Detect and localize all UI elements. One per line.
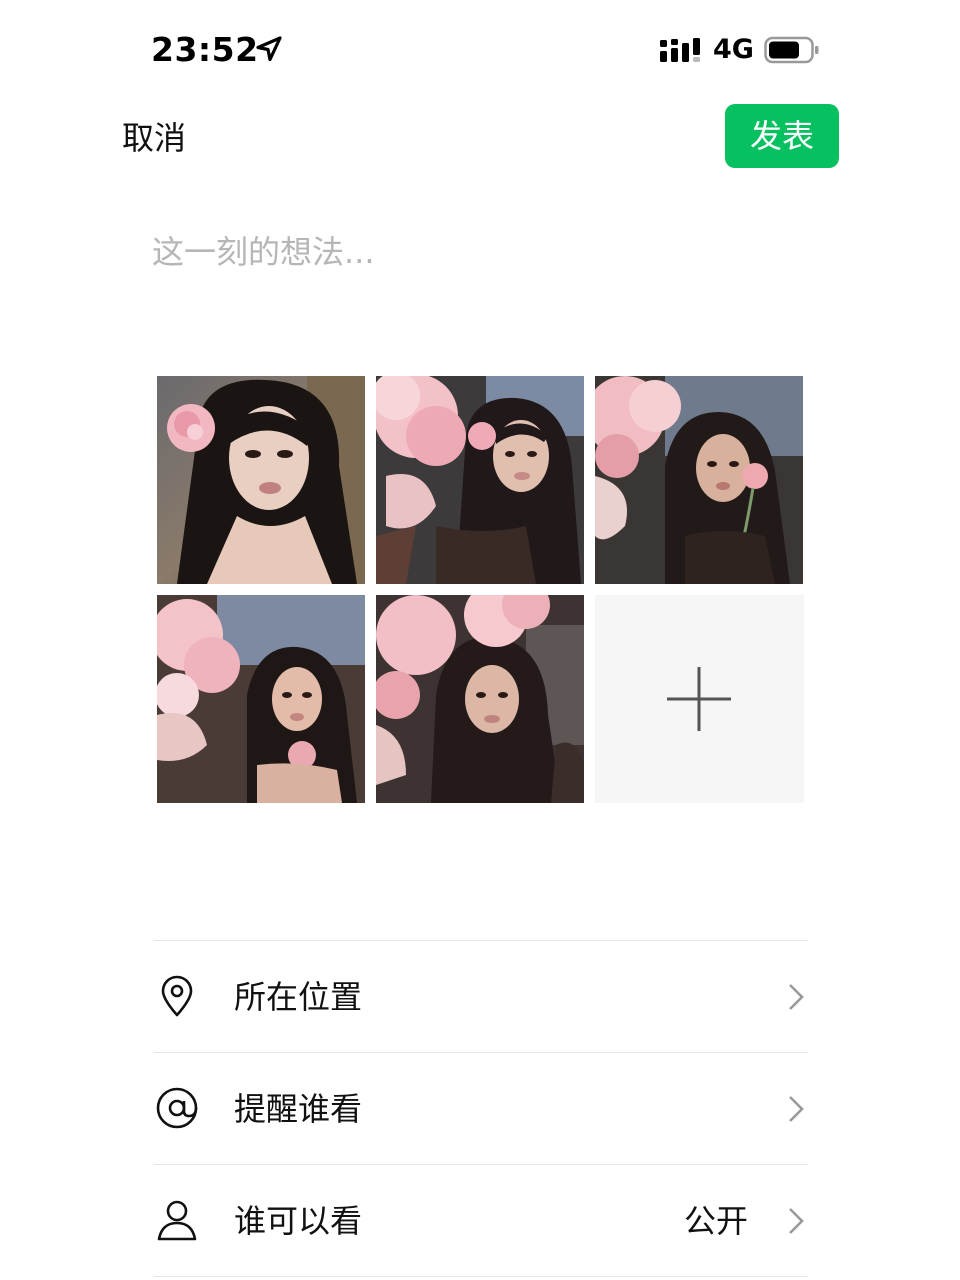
post-options-list: 所在位置 提醒谁看 谁可以看 公开: [154, 940, 808, 1277]
divider: [154, 1276, 808, 1277]
option-label: 所在位置: [234, 978, 363, 1016]
photo-thumbnail-2[interactable]: [376, 376, 584, 584]
publish-button[interactable]: 发表: [725, 104, 839, 168]
status-bar: 23:52 4G: [0, 0, 960, 100]
plus-icon: [667, 667, 731, 731]
photo-image-2: [376, 376, 584, 584]
chevron-right-icon: [789, 1208, 804, 1234]
photo-thumbnail-1[interactable]: [157, 376, 365, 584]
thought-input[interactable]: [152, 222, 808, 322]
photo-image-1: [157, 376, 365, 584]
photo-thumbnail-4[interactable]: [157, 595, 365, 803]
photo-grid: [157, 376, 804, 803]
signal-icon: [660, 38, 700, 62]
photo-image-5: [376, 595, 584, 803]
photo-image-3: [595, 376, 803, 584]
option-label: 谁可以看: [234, 1202, 363, 1240]
photo-thumbnail-5[interactable]: [376, 595, 584, 803]
location-pin-icon: [161, 975, 193, 1017]
chevron-right-icon: [789, 1096, 804, 1122]
cancel-button[interactable]: 取消: [122, 112, 186, 164]
photo-image-4: [157, 595, 365, 803]
battery-icon: [764, 36, 819, 64]
status-time: 23:52: [151, 30, 259, 69]
remind-option[interactable]: 提醒谁看: [154, 1053, 808, 1164]
add-photo-button[interactable]: [595, 595, 804, 803]
visibility-value: 公开: [683, 1202, 748, 1240]
chevron-right-icon: [789, 984, 804, 1010]
photo-thumbnail-3[interactable]: [595, 376, 803, 584]
network-type: 4G: [713, 34, 754, 65]
person-icon: [157, 1200, 197, 1241]
option-label: 提醒谁看: [234, 1090, 363, 1128]
location-option[interactable]: 所在位置: [154, 941, 808, 1052]
visibility-option[interactable]: 谁可以看 公开: [154, 1165, 808, 1276]
location-arrow-icon: [256, 36, 282, 62]
at-icon: [156, 1087, 198, 1129]
